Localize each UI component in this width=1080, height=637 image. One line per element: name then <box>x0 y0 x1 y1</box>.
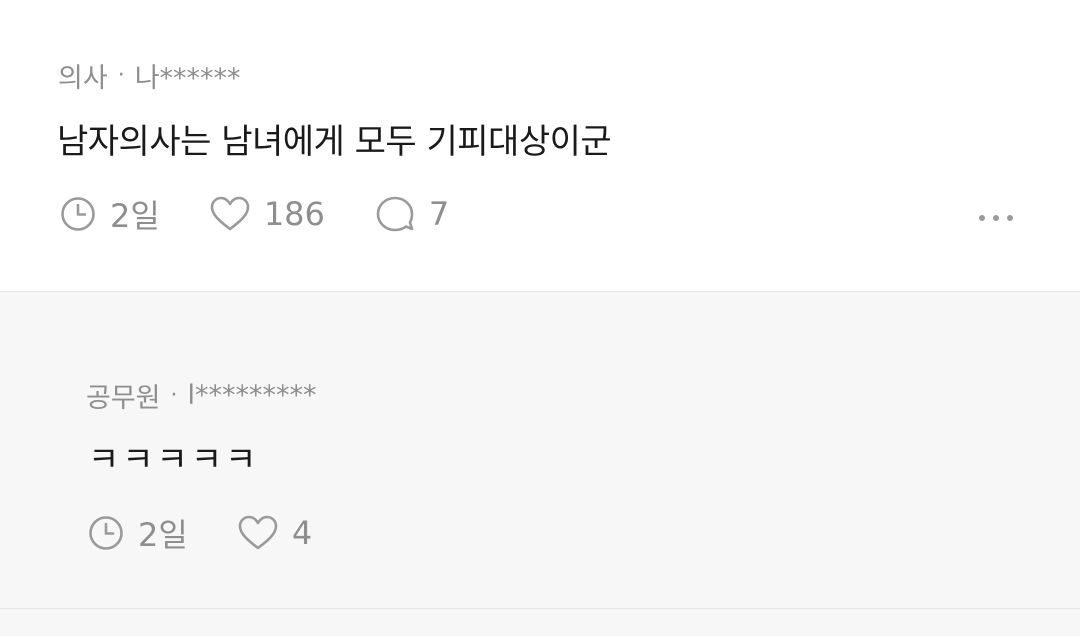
next-item-area <box>0 609 1080 636</box>
comment-time: 2일 <box>60 191 160 237</box>
clock-icon <box>89 516 123 550</box>
more-options-button[interactable] <box>979 210 1013 226</box>
author-job: 공무원 <box>86 383 161 414</box>
reply-actions: 2일 4 <box>88 510 362 556</box>
reply: 공무원 · l********* ㅋㅋㅋㅋㅋ 2일 4 <box>0 292 1080 609</box>
heart-icon <box>238 515 278 550</box>
reply-author-meta: 공무원 · l********* <box>86 376 317 415</box>
comment-icon <box>376 196 414 232</box>
reply-text: ㅋㅋㅋㅋㅋ <box>88 440 260 480</box>
author-username: l********* <box>187 380 317 411</box>
more-icon <box>979 215 985 221</box>
comment-text: 남자의사는 남녀에게 모두 기피대상이군 <box>57 122 612 162</box>
like-button[interactable]: 186 <box>210 195 325 233</box>
reply-count: 7 <box>428 195 450 233</box>
comment-author-meta: 의사 · 나****** <box>58 56 241 95</box>
like-button[interactable]: 4 <box>238 514 312 552</box>
time-label: 2일 <box>110 197 160 235</box>
comment-actions: 2일 186 7 <box>60 191 499 237</box>
author-job: 의사 <box>58 63 108 94</box>
clock-icon <box>61 197 95 231</box>
author-username: 나****** <box>134 63 241 94</box>
meta-separator: · <box>117 63 125 88</box>
meta-separator: · <box>170 383 178 408</box>
comment: 의사 · 나****** 남자의사는 남녀에게 모두 기피대상이군 2일 186… <box>0 0 1080 292</box>
time-label: 2일 <box>138 516 188 554</box>
like-count: 186 <box>263 195 325 233</box>
like-count: 4 <box>291 514 313 552</box>
heart-icon <box>210 196 250 231</box>
reply-time: 2일 <box>88 510 188 556</box>
reply-button[interactable]: 7 <box>375 195 449 233</box>
